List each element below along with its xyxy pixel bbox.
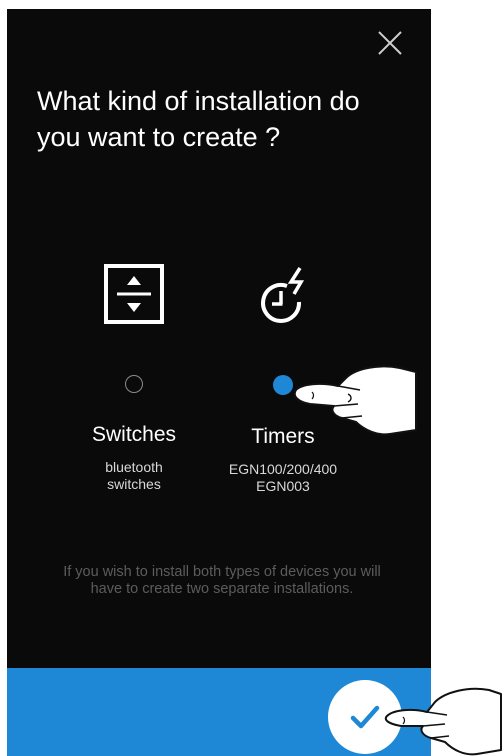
checkmark-icon <box>350 705 380 729</box>
close-icon <box>378 31 402 55</box>
pointing-hand-icon <box>384 687 502 756</box>
timer-lightning-icon <box>261 267 305 323</box>
timers-description: EGN100/200/400 EGN003 <box>228 461 338 494</box>
option-switches[interactable]: Switches bluetooth switches <box>54 259 214 493</box>
switches-description: bluetooth switches <box>105 459 163 492</box>
pointing-hand-icon <box>293 365 417 436</box>
close-button[interactable] <box>375 28 405 58</box>
up-down-arrows-icon <box>104 264 164 324</box>
switches-radio[interactable] <box>125 375 143 393</box>
switches-label: Switches <box>91 423 177 446</box>
info-note: If you wish to install both types of dev… <box>63 564 381 597</box>
dialog-title: What kind of installation do you want to… <box>37 86 360 152</box>
